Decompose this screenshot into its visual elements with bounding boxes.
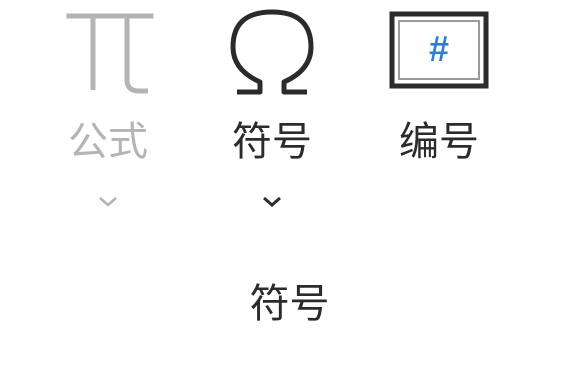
symbol-button[interactable]: 符号 xyxy=(212,0,332,230)
pi-icon xyxy=(66,13,154,94)
omega-icon xyxy=(230,9,314,95)
hash-glyph: # xyxy=(429,28,449,69)
number-label: 编号 xyxy=(399,119,479,165)
chevron-down-icon[interactable] xyxy=(96,192,120,210)
formula-label: 公式 xyxy=(68,119,148,165)
group-label: 符号 xyxy=(249,281,330,327)
chevron-down-icon[interactable] xyxy=(260,192,284,210)
formula-button[interactable]: 公式 xyxy=(48,0,168,230)
symbol-label: 符号 xyxy=(232,119,312,165)
number-icon: # xyxy=(389,11,489,89)
symbols-ribbon-group: 公式 符号 # 编号 符号 xyxy=(0,0,579,385)
number-button[interactable]: # 编号 xyxy=(379,0,499,230)
